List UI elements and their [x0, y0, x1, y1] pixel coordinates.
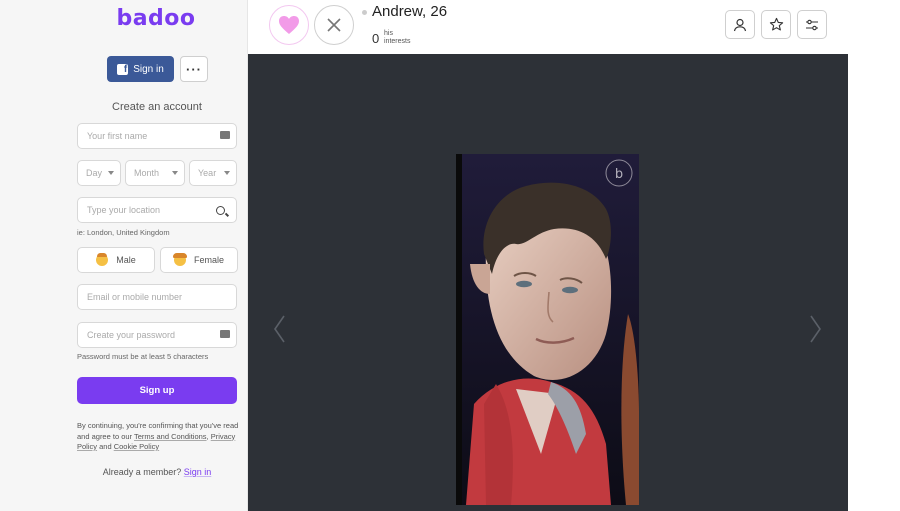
- legal-notice: By continuing, you're confirming that yo…: [77, 421, 239, 453]
- gender-male-button[interactable]: Male: [77, 247, 155, 273]
- right-margin: [848, 0, 900, 511]
- filters-button[interactable]: [797, 10, 827, 39]
- facebook-signin-label: Sign in: [133, 63, 164, 75]
- day-select[interactable]: Day: [77, 160, 121, 186]
- legal-and: and: [97, 442, 114, 451]
- pass-button[interactable]: [314, 5, 354, 45]
- interests-label-line1: his: [384, 30, 393, 37]
- sliders-icon: [806, 19, 818, 30]
- first-name-placeholder: Your first name: [87, 131, 148, 141]
- heart-icon: [279, 16, 299, 34]
- like-button[interactable]: [269, 5, 309, 45]
- location-hint: ie: London, United Kingdom: [77, 228, 170, 237]
- chevron-left-icon[interactable]: [272, 314, 286, 344]
- photo-watermark: b: [615, 167, 623, 182]
- interests-count: 0: [372, 31, 380, 46]
- favorites-button[interactable]: [761, 10, 791, 39]
- star-icon: [769, 17, 783, 31]
- location-placeholder: Type your location: [87, 205, 161, 215]
- more-options-label: ···: [186, 61, 202, 77]
- keyboard-icon: [220, 131, 230, 139]
- sign-in-link[interactable]: Sign in: [184, 467, 212, 477]
- chevron-right-icon[interactable]: [809, 314, 823, 344]
- month-select[interactable]: Month: [125, 160, 185, 186]
- gender-female-button[interactable]: Female: [160, 247, 238, 273]
- year-select-value: Year: [198, 168, 217, 178]
- gender-male-label: Male: [116, 255, 136, 265]
- month-select-value: Month: [134, 168, 160, 178]
- year-select[interactable]: Year: [189, 160, 237, 186]
- keyboard-icon: [220, 330, 230, 338]
- chevron-down-icon: [172, 171, 178, 175]
- cookie-link[interactable]: Cookie Policy: [114, 442, 159, 451]
- location-input[interactable]: Type your location: [77, 197, 237, 223]
- online-status-dot: [362, 10, 367, 15]
- badoo-logo[interactable]: badoo: [116, 6, 195, 31]
- facebook-signin-button[interactable]: f Sign in: [107, 56, 174, 82]
- chevron-down-icon: [108, 171, 114, 175]
- facebook-icon: f: [117, 63, 129, 75]
- profile-button[interactable]: [725, 10, 755, 39]
- chevron-down-icon: [224, 171, 230, 175]
- profile-photo[interactable]: b: [456, 154, 639, 505]
- password-hint: Password must be at least 5 characters: [77, 352, 209, 361]
- close-icon: [327, 18, 341, 32]
- first-name-input[interactable]: Your first name: [77, 123, 237, 149]
- email-input[interactable]: Email or mobile number: [77, 284, 237, 310]
- male-emoji-icon: [96, 253, 109, 266]
- gender-female-label: Female: [193, 255, 224, 265]
- female-emoji-icon: [172, 253, 187, 266]
- terms-link[interactable]: Terms and Conditions: [134, 432, 207, 441]
- interests-label: his interests: [384, 30, 410, 46]
- password-placeholder: Create your password: [87, 330, 176, 340]
- password-input[interactable]: Create your password: [77, 322, 237, 348]
- day-select-value: Day: [86, 168, 103, 178]
- create-account-title: Create an account: [112, 101, 202, 113]
- interests-label-line2: interests: [384, 38, 411, 45]
- user-icon: [733, 18, 747, 31]
- signup-label: Sign up: [139, 385, 175, 396]
- more-options-button[interactable]: ···: [180, 56, 208, 82]
- email-placeholder: Email or mobile number: [87, 292, 183, 302]
- profile-photo-image: b: [456, 154, 639, 505]
- signup-button[interactable]: Sign up: [77, 377, 237, 404]
- profile-name-age: Andrew, 26: [372, 3, 448, 20]
- search-icon[interactable]: [216, 206, 225, 215]
- already-member: Already a member? Sign in: [77, 467, 237, 477]
- already-member-text: Already a member?: [102, 467, 184, 477]
